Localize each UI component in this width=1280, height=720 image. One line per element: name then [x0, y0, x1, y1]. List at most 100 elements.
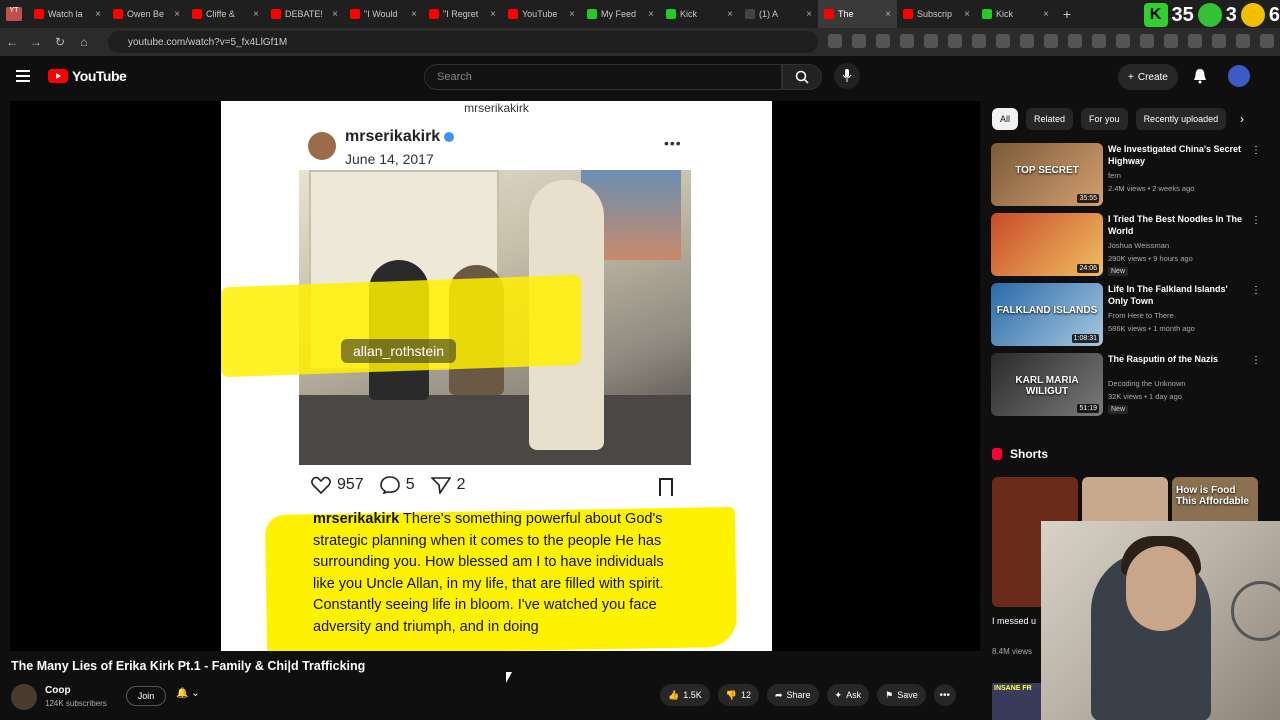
recommendation-title[interactable]: I Tried The Best Noodles In The World	[1108, 213, 1243, 237]
filter-chip[interactable]: Recently uploaded	[1135, 108, 1227, 130]
url-field[interactable]: youtube.com/watch?v=5_fx4LlGf1M	[108, 31, 818, 53]
filter-chip[interactable]: Related	[1026, 108, 1074, 130]
close-tab-icon[interactable]: ×	[332, 9, 338, 20]
recommendation-channel[interactable]: From Here to There	[1108, 311, 1174, 320]
pinned-tab[interactable]: YT	[0, 0, 28, 28]
video-thumbnail[interactable]: TOP SECRET 35:55	[991, 143, 1103, 206]
extension-icon[interactable]	[1260, 34, 1274, 48]
short-title[interactable]: I messed u	[992, 616, 1036, 626]
voice-search-button[interactable]	[834, 63, 860, 89]
close-tab-icon[interactable]: ×	[569, 9, 575, 20]
extension-icon[interactable]	[1092, 34, 1106, 48]
join-button[interactable]: Join	[126, 686, 166, 706]
bookmark-star-icon[interactable]	[852, 34, 866, 48]
extension-icon[interactable]	[948, 34, 962, 48]
more-options-icon[interactable]: ⋮	[1251, 215, 1261, 226]
close-tab-icon[interactable]: ×	[411, 9, 417, 20]
filter-chip[interactable]: For you	[1081, 108, 1128, 130]
youtube-logo[interactable]: YouTube	[48, 68, 127, 84]
like-button[interactable]: 👍 1.5K	[660, 684, 710, 706]
extension-icon[interactable]	[1020, 34, 1034, 48]
forward-icon[interactable]: →	[24, 35, 48, 49]
recommendation-title[interactable]: Life In The Falkland Islands' Only Town	[1108, 283, 1243, 307]
recommendation-thumbnail[interactable]: INSANE FR	[992, 683, 1042, 720]
recommendation-channel[interactable]: Joshua Weissman	[1108, 241, 1169, 250]
close-tab-icon[interactable]: ×	[806, 9, 812, 20]
extension-icon[interactable]	[1044, 34, 1058, 48]
extension-icon[interactable]	[1164, 34, 1178, 48]
play-extension-icon[interactable]	[1197, 3, 1222, 27]
notifications-bell-icon[interactable]	[1192, 68, 1208, 84]
more-options-icon[interactable]: ⋮	[1251, 285, 1261, 296]
recommendation-item[interactable]: TOP SECRET 35:55 We Investigated China's S…	[991, 143, 1261, 207]
video-thumbnail[interactable]: 24:06	[991, 213, 1103, 276]
hamburger-menu-icon[interactable]	[16, 70, 30, 82]
video-player[interactable]: mrserikakirk mrserikakirk June 14, 2017 …	[10, 101, 980, 651]
browser-tab[interactable]: "I Would ×	[344, 0, 423, 28]
filter-chip[interactable]: All	[992, 108, 1019, 130]
close-tab-icon[interactable]: ×	[648, 9, 654, 20]
extension-icon[interactable]	[876, 34, 890, 48]
dislike-button[interactable]: 👎 12	[717, 684, 759, 706]
share-button[interactable]: ➦ Share	[766, 684, 819, 706]
more-options-icon[interactable]: ⋮	[1251, 145, 1261, 156]
recommendation-title[interactable]: The Rasputin of the Nazis	[1108, 353, 1243, 365]
close-tab-icon[interactable]: ×	[727, 9, 733, 20]
browser-tab[interactable]: My Feed ×	[581, 0, 660, 28]
extension-icon[interactable]	[1212, 34, 1226, 48]
video-thumbnail[interactable]: KARL MARIA WILIGUT 51:19	[991, 353, 1103, 416]
channel-name[interactable]: Coop	[45, 685, 71, 696]
install-icon[interactable]	[828, 34, 842, 48]
kick-extension-icon[interactable]: K	[1143, 3, 1168, 27]
browser-tab[interactable]: Cliffe & ×	[186, 0, 265, 28]
close-tab-icon[interactable]: ×	[885, 9, 891, 20]
close-tab-icon[interactable]: ×	[95, 9, 101, 20]
reload-icon[interactable]: ↻	[48, 35, 72, 49]
close-tab-icon[interactable]: ×	[1043, 9, 1049, 20]
extension-icon[interactable]	[1188, 34, 1202, 48]
extension-icon[interactable]	[900, 34, 914, 48]
home-icon[interactable]: ⌂	[72, 35, 96, 49]
close-tab-icon[interactable]: ×	[174, 9, 180, 20]
save-button[interactable]: ⚑ Save	[877, 684, 926, 706]
browser-tab[interactable]: Owen Be ×	[107, 0, 186, 28]
browser-tab[interactable]: The ×	[818, 0, 897, 28]
extension-icon[interactable]	[1236, 34, 1250, 48]
browser-tab[interactable]: Watch la ×	[28, 0, 107, 28]
search-button[interactable]	[782, 64, 822, 90]
recommendation-item[interactable]: FALKLAND ISLANDS 1:08:31 Life In The Falkl…	[991, 283, 1261, 347]
create-button[interactable]: + Create	[1118, 64, 1178, 90]
browser-tab[interactable]: DEBATE! ×	[265, 0, 344, 28]
video-thumbnail[interactable]: FALKLAND ISLANDS 1:08:31	[991, 283, 1103, 346]
recommendation-item[interactable]: 24:06 I Tried The Best Noodles In The Wor…	[991, 213, 1261, 277]
extension-icon[interactable]	[1140, 34, 1154, 48]
back-icon[interactable]: ←	[0, 35, 24, 49]
new-tab-button[interactable]: +	[1055, 6, 1079, 22]
extension-icon[interactable]	[972, 34, 986, 48]
browser-tab[interactable]: YouTube ×	[502, 0, 581, 28]
more-options-icon[interactable]: ⋮	[1251, 355, 1261, 366]
recommendation-channel[interactable]: Decoding the Unknown	[1108, 379, 1186, 388]
extension-icon[interactable]	[1116, 34, 1130, 48]
emoji-extension-icon[interactable]	[1240, 3, 1265, 27]
browser-tab[interactable]: "I Regret ×	[423, 0, 502, 28]
more-actions-button[interactable]: •••	[933, 684, 956, 706]
browser-tab[interactable]: Subscrip ×	[897, 0, 976, 28]
browser-tab[interactable]: Kick ×	[660, 0, 739, 28]
search-input[interactable]: Search	[424, 64, 782, 90]
extension-icon[interactable]	[1068, 34, 1082, 48]
browser-tab[interactable]: (1) A ×	[739, 0, 818, 28]
recommendation-channel[interactable]: fern	[1108, 171, 1121, 180]
account-avatar[interactable]	[1228, 65, 1250, 87]
extension-icon[interactable]	[924, 34, 938, 48]
close-tab-icon[interactable]: ×	[253, 9, 259, 20]
close-tab-icon[interactable]: ×	[490, 9, 496, 20]
chevron-right-icon[interactable]: ›	[1240, 112, 1244, 126]
extension-icon[interactable]	[996, 34, 1010, 48]
subscription-bell-button[interactable]: 🔔 ⌄	[176, 688, 200, 699]
recommendation-title[interactable]: We Investigated China's Secret Highway	[1108, 143, 1243, 167]
recommendation-item[interactable]: KARL MARIA WILIGUT 51:19 The Rasputin of t…	[991, 353, 1261, 417]
close-tab-icon[interactable]: ×	[964, 9, 970, 20]
ask-button[interactable]: ✦ Ask	[826, 684, 870, 706]
browser-tab[interactable]: Kick ×	[976, 0, 1055, 28]
